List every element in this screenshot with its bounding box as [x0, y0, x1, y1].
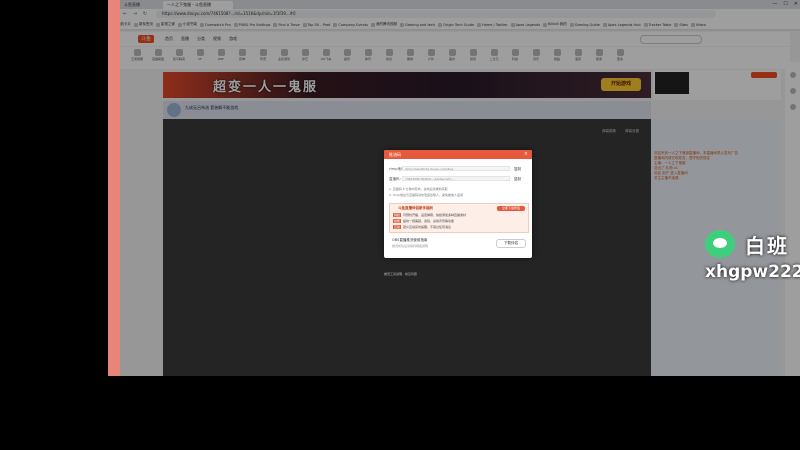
watermark-cn: 白班	[745, 234, 789, 258]
tip-row: 互动 观众互动实时提醒，不错过任何消息	[393, 225, 451, 229]
chat-bubble-icon	[705, 230, 735, 258]
browser-window: 斗鱼直播 一人之下鬼服 - 斗鱼直播 — ☐ ✕ ← → ↻ https://w…	[108, 0, 800, 376]
obs-guide-title[interactable]: OBS直播推流使用指南	[392, 238, 427, 243]
tip-text: 可预约开播、设置弹幕、快捷添加多种直播素材	[403, 213, 467, 217]
watermark-en: xhgpw222	[705, 262, 800, 282]
tip-row: 技能 提供一键美颜、滤镜、虚拟背景等功能	[393, 219, 454, 223]
tip-tag: 技能	[393, 219, 402, 223]
help-links[interactable]: 推流工具说明 · 常见问题	[384, 272, 417, 276]
server-field[interactable]: rtmp://sendtc3a.douyu.com/live	[402, 166, 510, 171]
dialog-note-2: 2. rtmp地址与直播码请勿泄露给他人，避免被他人盗用	[389, 193, 464, 197]
tips-title: 斗鱼直播伴侣新手福利	[398, 206, 433, 210]
copy-server-button[interactable]: 复制	[514, 167, 521, 172]
watermark: 白班 xhgpw222	[705, 230, 800, 290]
left-black-area	[0, 0, 108, 450]
dialog-title: 推流码	[389, 152, 401, 157]
key-label: 直播码：	[389, 177, 403, 181]
tip-text: 提供一键美颜、滤镜、虚拟背景等功能	[403, 219, 455, 223]
companion-tips: 斗鱼直播伴侣新手福利 立即下载伴侣 特权 可预约开播、设置弹幕、快捷添加多种直播素…	[389, 203, 529, 233]
download-companion-button[interactable]: 立即下载伴侣	[497, 206, 525, 211]
key-field[interactable]: 7461508rcWd8dc...&txSecret=...	[402, 176, 510, 181]
screen: 斗鱼直播 一人之下鬼服 - 斗鱼直播 — ☐ ✕ ← → ↻ https://w…	[0, 0, 800, 450]
close-icon[interactable]: ×	[524, 150, 528, 159]
dialog-note-1: 1. 直播码 5 分钟内有效，失效后请重新获取	[389, 187, 448, 191]
obs-guide-sub: 推流成功后请保持网络通畅	[392, 244, 429, 248]
tip-text: 观众互动实时提醒，不错过任何消息	[403, 225, 452, 229]
left-edge-strip	[108, 0, 120, 376]
stream-key-dialog: 推流码 × rtmp地址： rtmp://sendtc3a.douyu.com/…	[384, 150, 532, 258]
tip-tag: 特权	[393, 213, 402, 217]
copy-key-button[interactable]: 复制	[514, 177, 521, 182]
tip-row: 特权 可预约开播、设置弹幕、快捷添加多种直播素材	[393, 213, 466, 217]
footer-download-button[interactable]: 下载伴侣	[496, 239, 526, 248]
dialog-header: 推流码 ×	[384, 150, 532, 159]
tip-tag: 互动	[393, 225, 402, 229]
